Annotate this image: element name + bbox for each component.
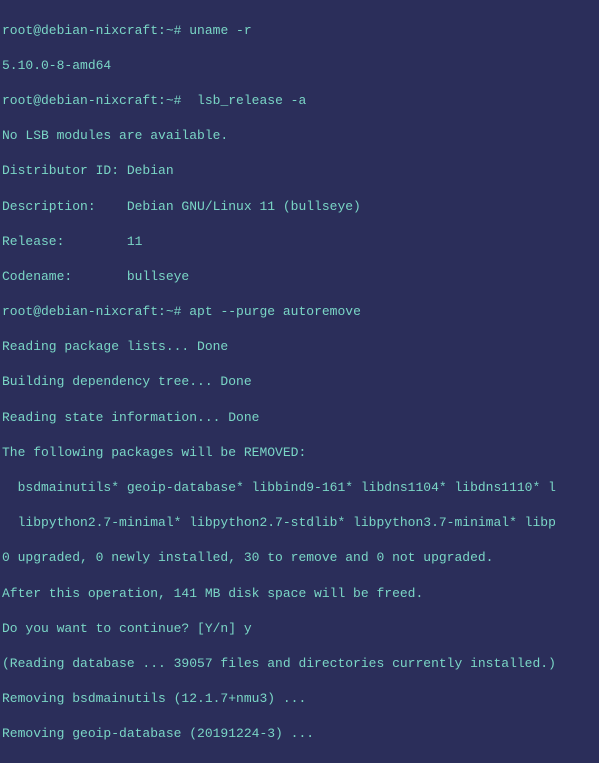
prompt-prefix: root@debian-nixcraft:~# bbox=[2, 93, 181, 108]
output-line: bsdmainutils* geoip-database* libbind9-1… bbox=[2, 479, 599, 497]
output-line: Removing geoip-database (20191224-3) ... bbox=[2, 725, 599, 743]
output-line: Description: Debian GNU/Linux 11 (bullse… bbox=[2, 198, 599, 216]
output-line: After this operation, 141 MB disk space … bbox=[2, 585, 599, 603]
output-line: Reading package lists... Done bbox=[2, 338, 599, 356]
output-line: 5.10.0-8-amd64 bbox=[2, 57, 599, 75]
output-line: Reading state information... Done bbox=[2, 409, 599, 427]
prompt-line: root@debian-nixcraft:~# uname -r bbox=[2, 22, 599, 40]
output-line: Removing bsdmainutils (12.1.7+nmu3) ... bbox=[2, 690, 599, 708]
output-line: Building dependency tree... Done bbox=[2, 373, 599, 391]
output-line: (Reading database ... 39057 files and di… bbox=[2, 655, 599, 673]
output-line: 0 upgraded, 0 newly installed, 30 to rem… bbox=[2, 549, 599, 567]
output-line: libpython2.7-minimal* libpython2.7-stdli… bbox=[2, 514, 599, 532]
command-text: lsb_release -a bbox=[189, 93, 306, 108]
output-line: Do you want to continue? [Y/n] y bbox=[2, 620, 599, 638]
prompt-line: root@debian-nixcraft:~# lsb_release -a bbox=[2, 92, 599, 110]
output-line: The following packages will be REMOVED: bbox=[2, 444, 599, 462]
output-line: Release: 11 bbox=[2, 233, 599, 251]
output-line: No LSB modules are available. bbox=[2, 127, 599, 145]
prompt-line: root@debian-nixcraft:~# apt --purge auto… bbox=[2, 303, 599, 321]
command-text: uname -r bbox=[189, 23, 251, 38]
terminal-output: root@debian-nixcraft:~# uname -r 5.10.0-… bbox=[0, 0, 599, 763]
prompt-prefix: root@debian-nixcraft:~# bbox=[2, 23, 181, 38]
command-text: apt --purge autoremove bbox=[189, 304, 361, 319]
output-line: Codename: bullseye bbox=[2, 268, 599, 286]
output-line: Distributor ID: Debian bbox=[2, 162, 599, 180]
prompt-prefix: root@debian-nixcraft:~# bbox=[2, 304, 181, 319]
